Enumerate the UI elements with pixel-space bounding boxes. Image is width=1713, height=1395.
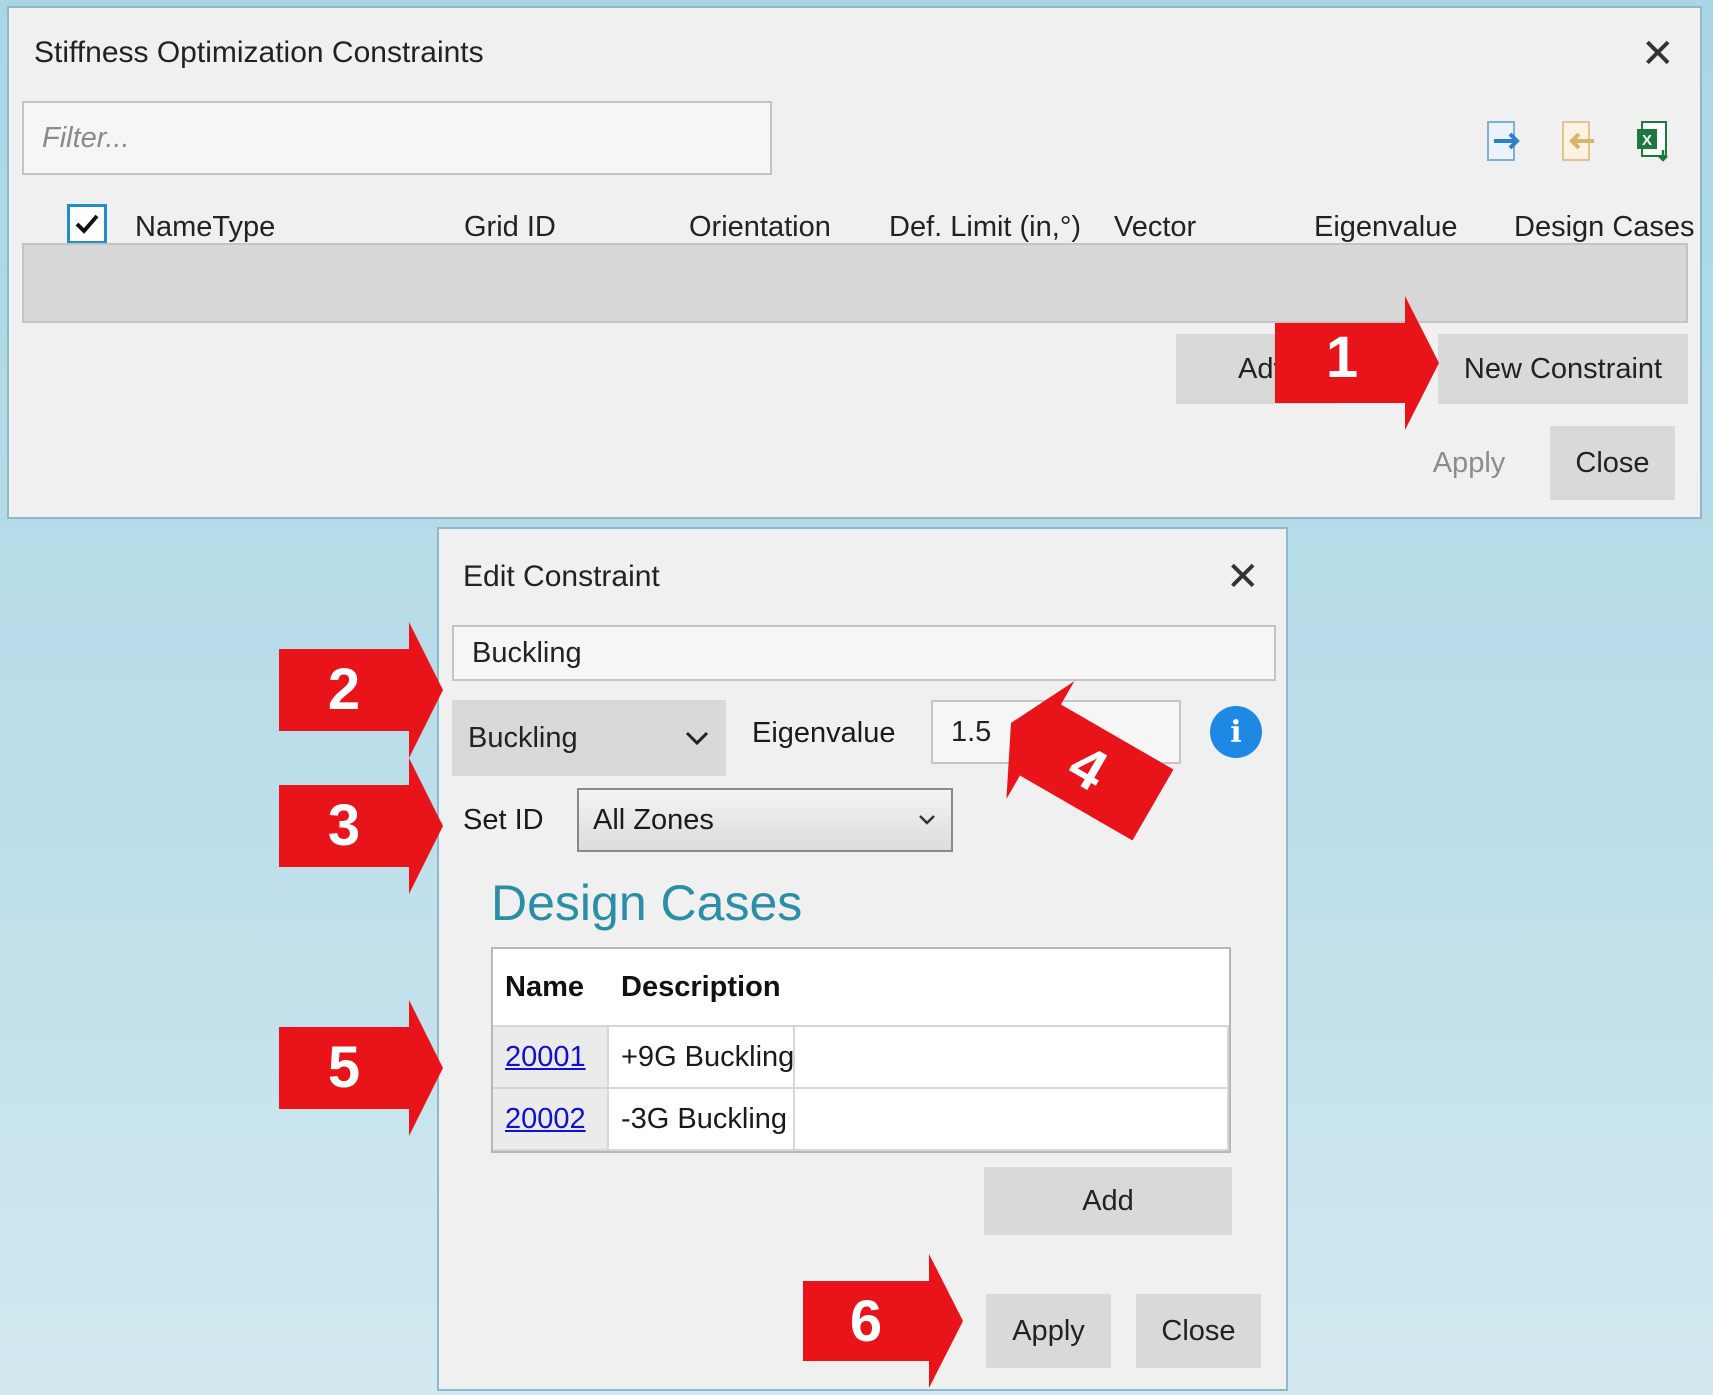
- case-description: -3G Buckling: [609, 1089, 795, 1151]
- filter-input[interactable]: Filter...: [22, 101, 772, 175]
- table-row[interactable]: 20001: [493, 1027, 609, 1089]
- table-row[interactable]: 20002: [493, 1089, 609, 1151]
- constraint-type-value: Buckling: [468, 721, 578, 754]
- callout-number: 6: [849, 1289, 883, 1354]
- chevron-down-icon: [685, 731, 709, 746]
- table-cell-empty: [795, 1027, 1229, 1089]
- column-header-grid-id[interactable]: Grid ID: [464, 211, 556, 244]
- table-header-description: Description: [621, 971, 781, 1003]
- callout-number: 5: [327, 1035, 361, 1100]
- constraints-dialog: Stiffness Optimization Constraints ✕ Fil…: [7, 6, 1702, 519]
- import-icon[interactable]: [1559, 118, 1599, 164]
- callout-arrow-5: 5: [279, 1000, 443, 1136]
- add-case-button[interactable]: Add: [984, 1167, 1232, 1235]
- eigenvalue-label: Eigenvalue: [752, 717, 896, 749]
- design-cases-heading: Design Cases: [491, 875, 803, 931]
- apply-button[interactable]: Apply: [986, 1294, 1111, 1368]
- set-id-value: All Zones: [593, 803, 714, 836]
- column-header-design-cases[interactable]: Design Cases: [1514, 211, 1695, 244]
- callout-arrow-2: 2: [279, 622, 443, 758]
- table-cell-empty: [795, 1089, 1229, 1151]
- info-icon[interactable]: i: [1210, 706, 1262, 758]
- case-link[interactable]: 20002: [505, 1103, 586, 1136]
- callout-arrow-3: 3: [279, 758, 443, 894]
- callout-arrow-6: 6: [803, 1254, 963, 1388]
- column-header-def-limit[interactable]: Def. Limit (in,°): [889, 211, 1081, 244]
- svg-text:X: X: [1642, 132, 1652, 149]
- dialog-title: Stiffness Optimization Constraints: [34, 36, 484, 69]
- close-button[interactable]: Close: [1136, 1294, 1261, 1368]
- chevron-down-icon: [919, 815, 935, 825]
- column-header-orientation[interactable]: Orientation: [689, 211, 831, 244]
- excel-icon[interactable]: X: [1634, 118, 1674, 164]
- close-button[interactable]: Close: [1550, 426, 1675, 500]
- export-icon[interactable]: [1484, 118, 1524, 164]
- constraint-type-dropdown[interactable]: Buckling: [452, 700, 726, 776]
- table-header-name: Name: [505, 971, 584, 1003]
- close-icon[interactable]: ✕: [1226, 557, 1260, 597]
- constraint-name-input[interactable]: Buckling: [452, 625, 1276, 681]
- select-all-checkbox[interactable]: [67, 204, 107, 244]
- new-constraint-button[interactable]: New Constraint: [1438, 334, 1688, 404]
- callout-number: 1: [1325, 325, 1359, 390]
- close-icon[interactable]: ✕: [1641, 34, 1675, 74]
- callout-number: 2: [327, 657, 361, 722]
- callout-number: 3: [327, 793, 361, 858]
- column-header-nametype[interactable]: NameType: [135, 211, 275, 244]
- edit-dialog-title: Edit Constraint: [463, 560, 660, 593]
- callout-arrow-1: 1: [1275, 296, 1439, 430]
- case-description: +9G Buckling: [609, 1027, 795, 1089]
- design-cases-table: Name Description 20001 +9G Buckling 2000…: [491, 947, 1231, 1153]
- column-header-eigenvalue[interactable]: Eigenvalue: [1314, 211, 1458, 244]
- set-id-label: Set ID: [463, 804, 544, 836]
- apply-button[interactable]: Apply: [1404, 426, 1534, 500]
- column-header-vector[interactable]: Vector: [1114, 211, 1196, 244]
- case-link[interactable]: 20001: [505, 1041, 586, 1074]
- set-id-dropdown[interactable]: All Zones: [577, 788, 953, 852]
